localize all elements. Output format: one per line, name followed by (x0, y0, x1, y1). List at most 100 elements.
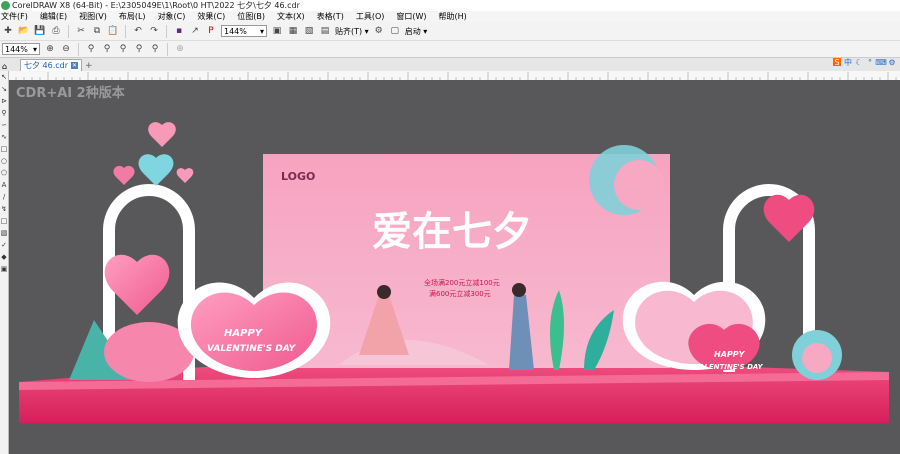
menu-effects[interactable]: 效果(C) (197, 11, 225, 22)
interactive-fill-icon[interactable]: ◆ (1, 253, 6, 261)
tab-document[interactable]: 七夕 46.cdr ✕ (20, 59, 83, 71)
menu-object[interactable]: 对象(C) (158, 11, 186, 22)
moon-icon[interactable]: ☾ (855, 58, 863, 67)
menu-edit[interactable]: 编辑(E) (40, 11, 67, 22)
menu-tools[interactable]: 工具(O) (356, 11, 385, 22)
copy-icon[interactable]: ⧉ (91, 25, 103, 37)
close-icon[interactable]: ✕ (71, 62, 79, 69)
guides-icon[interactable]: ▧ (303, 25, 315, 37)
import-icon[interactable]: ▪ (173, 25, 185, 37)
new-icon[interactable]: ✚ (2, 25, 14, 37)
right-sign-valentines: VALENTINE'S DAY (694, 363, 764, 371)
chevron-down-icon: ▾ (32, 44, 37, 54)
promo-line-1: 全场满200元立减100元 (424, 278, 500, 287)
document-tab-bar: ⌂ 七夕 46.cdr ✕ + (0, 58, 900, 71)
zoom-selected-icon[interactable]: ⚲ (85, 43, 97, 55)
add-icon[interactable]: ⊕ (174, 43, 186, 55)
menu-text[interactable]: 文本(X) (277, 11, 305, 22)
eyedropper-icon[interactable]: ✓ (1, 241, 7, 249)
rectangle-tool-icon[interactable]: □ (1, 145, 8, 153)
shape-tool-icon[interactable]: ↘ (1, 85, 7, 93)
parallel-dimension-icon[interactable]: ∕ (3, 193, 5, 201)
full-screen-icon[interactable]: ▣ (271, 25, 283, 37)
toolbox: ↖ ↘ ⊳ ⚲ ∽ ∿ □ ○ ⬠ A ∕ ↯ □ ▧ ✓ ◆ ▣ (0, 71, 8, 343)
zoom-tool-icon[interactable]: ⚲ (1, 109, 6, 117)
print-icon[interactable]: ⎙ (50, 25, 62, 37)
artistic-media-icon[interactable]: ∿ (1, 133, 7, 141)
menu-window[interactable]: 窗口(W) (396, 11, 426, 22)
menu-bitmaps[interactable]: 位图(B) (237, 11, 265, 22)
hanging-heart (148, 122, 176, 147)
launch-icon[interactable]: ▢ (389, 25, 401, 37)
menu-file[interactable]: 文件(F) (1, 11, 28, 22)
zoom-level-select-2[interactable]: 144% ▾ (2, 43, 40, 55)
pick-tool-icon[interactable]: ↖ (1, 73, 7, 81)
save-icon[interactable]: 💾 (34, 25, 46, 37)
right-sign-happy: HAPPY (714, 350, 746, 359)
zoom-all-icon[interactable]: ⚲ (101, 43, 113, 55)
home-icon[interactable]: ⌂ (2, 62, 10, 71)
transparency-tool-icon[interactable]: ▧ (1, 229, 8, 237)
rulers-icon[interactable]: ▤ (319, 25, 331, 37)
connector-tool-icon[interactable]: ↯ (1, 205, 7, 213)
zoom-level-select[interactable]: 144% ▾ (221, 25, 267, 37)
smart-fill-icon[interactable]: ▣ (1, 265, 8, 273)
menu-help[interactable]: 帮助(H) (439, 11, 467, 22)
tab-document-label: 七夕 46.cdr (24, 61, 69, 70)
open-icon[interactable]: 📂 (18, 25, 30, 37)
zoom-level-value-2: 144% (5, 44, 28, 54)
export-icon[interactable]: ↗ (189, 25, 201, 37)
redo-icon[interactable]: ↷ (148, 25, 160, 37)
title-bar: CorelDRAW X8 (64-Bit) - E:\2305049E\1\Ro… (0, 0, 900, 11)
ime-language-label[interactable]: 中 (844, 58, 852, 67)
zoom-level-value: 144% (224, 26, 247, 36)
zoom-page-icon[interactable]: ⚲ (117, 43, 129, 55)
snap-to-button[interactable]: 贴齐(T) ▾ (335, 26, 369, 37)
launch-label: 启动 (404, 26, 421, 36)
gear-icon[interactable]: ⚙ (373, 25, 385, 37)
zoom-height-icon[interactable]: ⚲ (149, 43, 161, 55)
chevron-down-icon: ▾ (259, 26, 264, 36)
figure-man-head (512, 283, 526, 297)
paste-icon[interactable]: 📋 (107, 25, 119, 37)
freehand-tool-icon[interactable]: ∽ (1, 121, 7, 129)
cut-icon[interactable]: ✂ (75, 25, 87, 37)
zoom-width-icon[interactable]: ⚲ (133, 43, 145, 55)
grid-icon[interactable]: ▦ (287, 25, 299, 37)
right-flower-center (802, 343, 832, 373)
standard-toolbar: ✚ 📂 💾 ⎙ ✂ ⧉ 📋 ↶ ↷ ▪ ↗ P 144% ▾ ▣ ▦ ▧ ▤ 贴齐… (0, 22, 900, 41)
ime-logo-icon: S (833, 57, 841, 67)
settings-icon[interactable]: ⚙ (888, 58, 896, 67)
headline-text: 爱在七夕 (372, 208, 532, 255)
launch-button[interactable]: 启动 ▾ (405, 26, 428, 37)
polygon-tool-icon[interactable]: ⬠ (1, 169, 7, 177)
left-sign-valentines: VALENTINE'S DAY (207, 344, 297, 354)
text-tool-icon[interactable]: A (2, 181, 7, 189)
figure-woman-head (377, 285, 391, 299)
system-tray: S 中 ☾ ° ⌨ ⚙ (833, 57, 896, 67)
coreldraw-logo-icon (1, 1, 10, 10)
zoom-in-icon[interactable]: ⊕ (44, 43, 56, 55)
artwork: LOGO 爱在七夕 全场满200元立减100元 满600元立减300元 HAPP… (19, 122, 889, 423)
menu-view[interactable]: 视图(V) (79, 11, 107, 22)
punctuation-icon[interactable]: ° (866, 58, 874, 67)
promo-line-2: 满600元立减300元 (429, 289, 491, 298)
ellipse-tool-icon[interactable]: ○ (1, 157, 7, 165)
new-tab-icon[interactable]: + (85, 61, 93, 71)
drawing-canvas[interactable]: CDR+AI 2种版本 LOGO 爱在七夕 全场满200元立减100元 满600… (9, 80, 900, 454)
menu-table[interactable]: 表格(T) (317, 11, 344, 22)
keyboard-icon[interactable]: ⌨ (875, 58, 887, 67)
hanging-heart-tiny (176, 168, 194, 183)
menu-layout[interactable]: 布局(L) (119, 11, 146, 22)
pdf-icon[interactable]: P (205, 25, 217, 37)
crop-tool-icon[interactable]: ⊳ (1, 97, 7, 105)
snap-label: 贴齐(T) (335, 26, 363, 36)
drop-shadow-icon[interactable]: □ (1, 217, 8, 225)
undo-icon[interactable]: ↶ (132, 25, 144, 37)
hanging-heart-small (113, 165, 135, 185)
hanging-heart-blue (138, 154, 174, 186)
zoom-out-icon[interactable]: ⊖ (60, 43, 72, 55)
zoom-toolbar: 144% ▾ ⊕ ⊖ ⚲ ⚲ ⚲ ⚲ ⚲ ⊕ (0, 41, 900, 58)
backdrop-flower-center (614, 160, 664, 210)
window-title: CorelDRAW X8 (64-Bit) - E:\2305049E\1\Ro… (12, 1, 300, 10)
